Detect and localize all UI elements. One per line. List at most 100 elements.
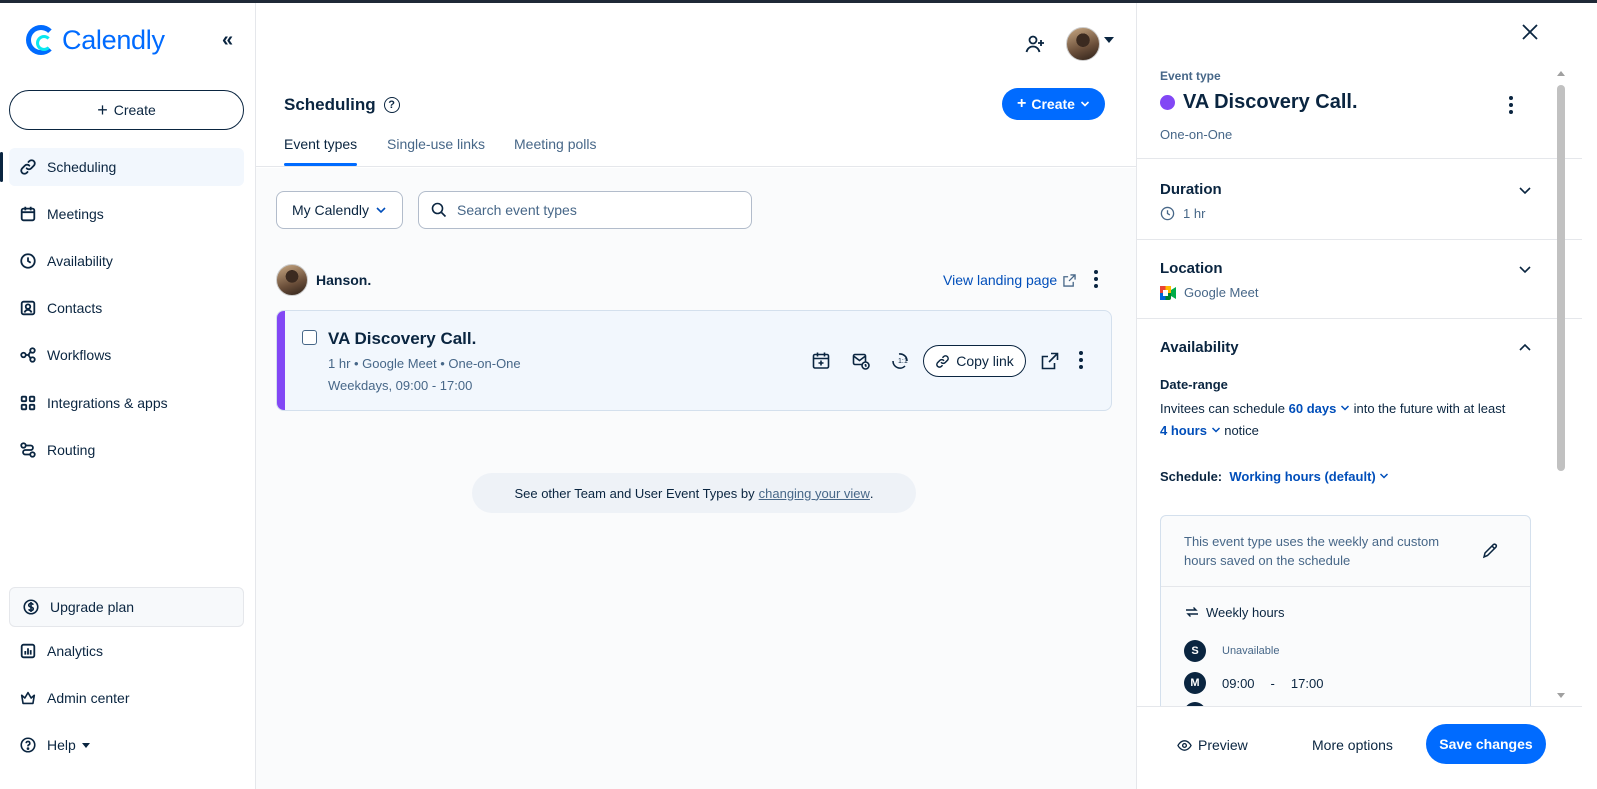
save-changes-button[interactable]: Save changes — [1426, 724, 1546, 764]
duration-section-header[interactable]: Duration — [1160, 181, 1222, 198]
chevron-down-icon — [1080, 101, 1090, 107]
external-link-icon — [1063, 273, 1076, 287]
account-menu-caret-icon[interactable] — [1104, 37, 1114, 43]
add-to-calendar-icon[interactable] — [811, 351, 831, 371]
tab-label: Event types — [284, 136, 358, 152]
scrollbar-thumb[interactable] — [1557, 85, 1565, 471]
tab-single-use-links[interactable]: Single-use links — [387, 136, 485, 166]
sidebar-item-workflows[interactable]: Workflows — [9, 336, 244, 374]
event-color-dot — [1160, 95, 1175, 110]
user-avatar[interactable] — [1066, 27, 1100, 61]
copy-link-button[interactable]: Copy link — [923, 345, 1026, 377]
end-time[interactable]: 17:00 — [1291, 676, 1324, 691]
schedule-details-box: This event type uses the weekly and cust… — [1160, 515, 1531, 706]
pencil-icon[interactable] — [1481, 542, 1499, 565]
availability-section-header[interactable]: Availability — [1160, 339, 1239, 356]
sidebar-item-scheduling[interactable]: Scheduling — [0, 148, 244, 186]
notice-dropdown[interactable]: 4 hours — [1160, 423, 1221, 438]
chevron-down-icon — [1380, 473, 1389, 479]
view-landing-page-link[interactable]: View landing page — [943, 272, 1076, 288]
open-external-icon[interactable] — [1040, 351, 1060, 371]
owner-more-icon[interactable] — [1088, 270, 1104, 288]
schedule-dropdown[interactable]: Working hours (default) — [1229, 469, 1389, 484]
calendly-filter-dropdown[interactable]: My Calendly — [276, 191, 403, 229]
close-icon[interactable] — [1519, 21, 1541, 43]
sidebar-item-routing[interactable]: Routing — [9, 431, 244, 469]
event-select-checkbox[interactable] — [302, 330, 317, 345]
location-section-header[interactable]: Location — [1160, 260, 1223, 277]
sidebar-item-label: Meetings — [47, 206, 104, 222]
date-range-text-1: Invitees can schedule — [1160, 401, 1286, 416]
divider — [1137, 158, 1582, 159]
start-time[interactable]: 09:00 — [1222, 676, 1255, 691]
sidebar-item-help[interactable]: Help — [9, 726, 244, 764]
sidebar-item-label: Availability — [47, 253, 113, 269]
change-view-link[interactable]: changing your view — [759, 486, 870, 501]
preview-label: Preview — [1198, 737, 1248, 753]
preview-button[interactable]: Preview — [1177, 737, 1248, 753]
date-range-label: Date-range — [1160, 377, 1228, 392]
panel-scroll-area[interactable]: Event type VA Discovery Call. One-on-One… — [1137, 58, 1582, 706]
tab-label: Single-use links — [387, 136, 486, 152]
duration-text: 1 hr — [1183, 206, 1206, 221]
plus-icon: + — [97, 100, 108, 120]
chevron-down-icon — [376, 207, 386, 214]
event-types-list: My Calendly Hanson. View landing page VA… — [256, 168, 1136, 789]
days-dropdown[interactable]: 60 days — [1289, 401, 1350, 416]
search-input[interactable] — [457, 202, 737, 218]
date-range-text-2: into the future with at least — [1353, 401, 1506, 416]
owner-row: Hanson. — [276, 264, 371, 296]
create-button-label: Create — [1031, 96, 1075, 112]
chevron-down-icon[interactable] — [1517, 182, 1533, 198]
clock-icon — [19, 252, 37, 270]
sidebar-item-admin-center[interactable]: Admin center — [9, 679, 244, 717]
routing-icon — [19, 441, 37, 459]
team-event-types-note: See other Team and User Event Types by c… — [472, 473, 916, 513]
day-badge: S — [1184, 640, 1206, 662]
sidebar-item-label: Scheduling — [47, 159, 117, 175]
help-caret-icon — [81, 742, 90, 748]
panel-event-name: VA Discovery Call. — [1160, 91, 1358, 114]
event-more-icon[interactable] — [1073, 351, 1089, 369]
collapse-sidebar-icon[interactable]: « — [222, 29, 233, 52]
question-icon[interactable]: ? — [383, 97, 400, 113]
panel-more-icon[interactable] — [1503, 96, 1519, 114]
duration-value: 1 hr — [1160, 206, 1205, 221]
event-type-card[interactable]: VA Discovery Call. 1 hr • Google Meet • … — [276, 310, 1112, 411]
scroll-up-icon[interactable] — [1557, 71, 1565, 76]
tab-label: Meeting polls — [514, 136, 597, 152]
panel-label: Event type — [1160, 69, 1221, 83]
add-user-icon[interactable] — [1024, 33, 1046, 60]
panel-footer: Preview More options Save changes — [1137, 706, 1582, 789]
sidebar-item-contacts[interactable]: Contacts — [9, 289, 244, 327]
event-title[interactable]: VA Discovery Call. — [328, 329, 476, 349]
create-button[interactable]: + Create — [1002, 88, 1105, 120]
grid-icon — [19, 394, 37, 412]
one-to-one-icon[interactable]: 1:1 — [890, 351, 910, 371]
unavailable-text: Unavailable — [1222, 645, 1280, 657]
copy-link-label: Copy link — [956, 353, 1014, 369]
chevron-up-icon[interactable] — [1517, 340, 1533, 356]
scroll-down-icon[interactable] — [1557, 693, 1565, 698]
search-box[interactable] — [418, 191, 752, 229]
sidebar-item-availability[interactable]: Availability — [9, 242, 244, 280]
date-range-sentence: Invitees can schedule 60 days into the f… — [1160, 398, 1550, 442]
contact-card-icon — [19, 299, 37, 317]
upgrade-label: Upgrade plan — [50, 599, 135, 615]
calendly-logo[interactable]: Calendly — [26, 23, 165, 57]
sidebar-item-label: Routing — [47, 442, 96, 458]
email-schedule-icon[interactable] — [851, 351, 871, 371]
event-meta: 1 hr • Google Meet • One-on-One — [328, 356, 521, 371]
sidebar-create-button[interactable]: + Create — [9, 90, 244, 130]
main-content: Scheduling ? + Create Event types Single… — [256, 3, 1136, 789]
google-meet-icon — [1160, 285, 1176, 300]
tab-event-types[interactable]: Event types — [284, 136, 358, 166]
sidebar-item-meetings[interactable]: Meetings — [9, 195, 244, 233]
upgrade-plan-button[interactable]: Upgrade plan — [9, 587, 244, 627]
more-options-button[interactable]: More options — [1312, 737, 1393, 753]
sidebar-item-integrations[interactable]: Integrations & apps — [9, 384, 244, 422]
chevron-down-icon[interactable] — [1517, 261, 1533, 277]
divider — [1137, 318, 1582, 319]
sidebar-item-analytics[interactable]: Analytics — [9, 632, 244, 670]
tab-meeting-polls[interactable]: Meeting polls — [514, 136, 597, 166]
